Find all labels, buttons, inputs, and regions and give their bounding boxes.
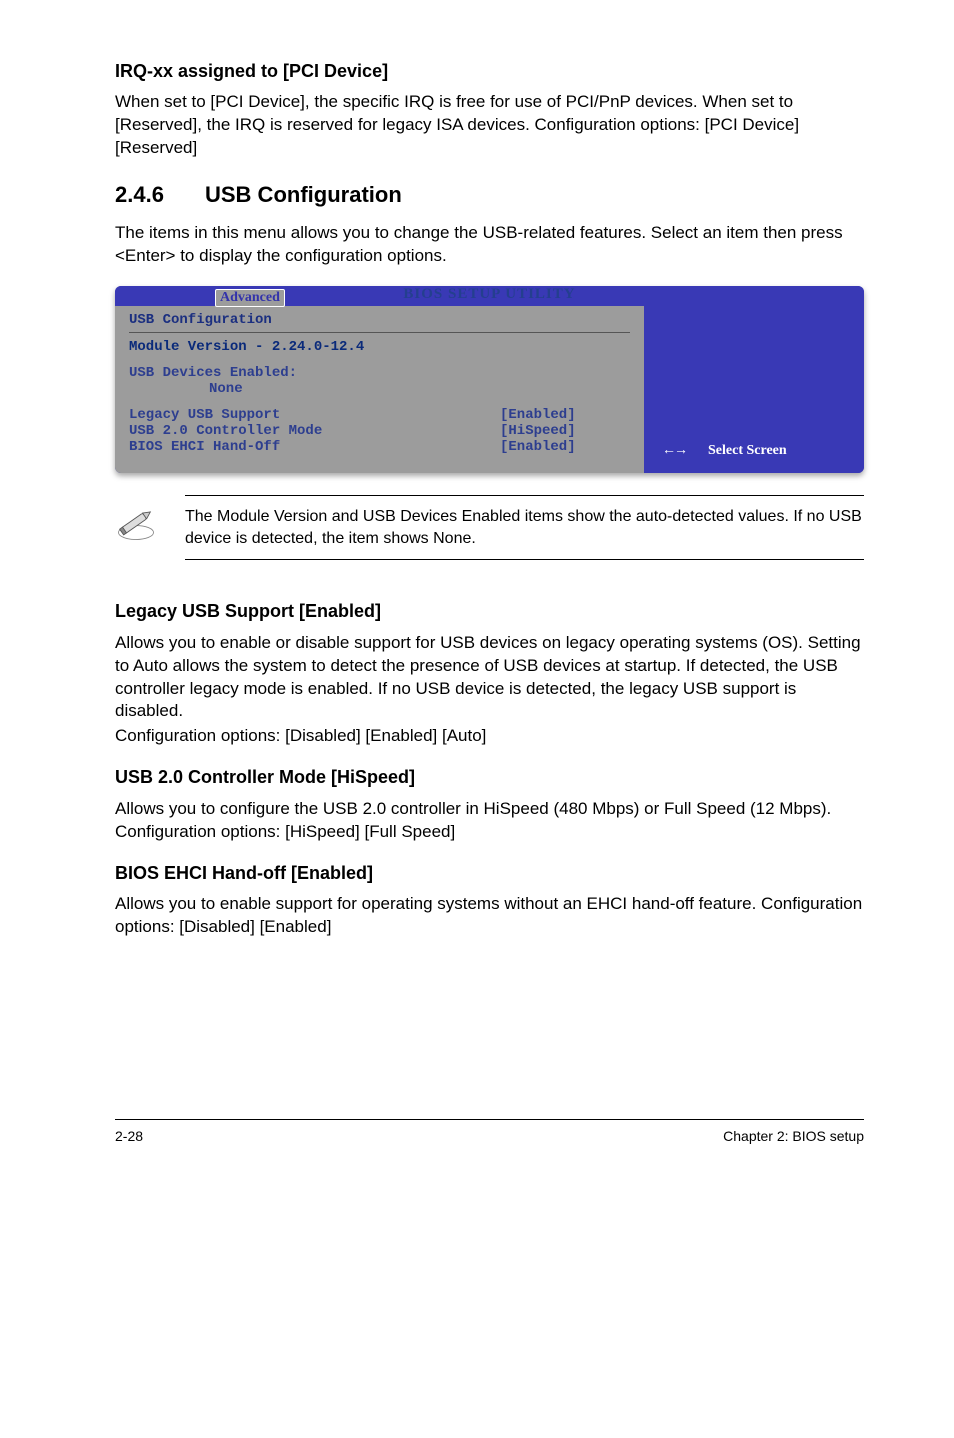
bios-row-key: USB 2.0 Controller Mode <box>129 423 500 439</box>
page-footer: 2-28 Chapter 2: BIOS setup <box>115 1119 864 1144</box>
bios-row-value: [Enabled] <box>500 407 630 423</box>
bios-row-ehci-handoff[interactable]: BIOS EHCI Hand-Off [Enabled] <box>129 439 630 455</box>
bios-devices-heading: USB Devices Enabled: <box>129 365 630 381</box>
body-legacy: Allows you to enable or disable support … <box>115 632 864 724</box>
bios-row-controller-mode[interactable]: USB 2.0 Controller Mode [HiSpeed] <box>129 423 630 439</box>
body-usb-intro: The items in this menu allows you to cha… <box>115 222 864 268</box>
heading-irq: IRQ-xx assigned to [PCI Device] <box>115 60 864 83</box>
heading-title: USB Configuration <box>205 182 402 207</box>
bios-panel: BIOS SETUP UTILITY Advanced USB Configur… <box>115 286 864 473</box>
bios-row-key: BIOS EHCI Hand-Off <box>129 439 500 455</box>
body-irq: When set to [PCI Device], the specific I… <box>115 91 864 160</box>
bios-section-title: USB Configuration <box>129 312 630 333</box>
note-box: The Module Version and USB Devices Enabl… <box>115 495 864 560</box>
heading-number: 2.4.6 <box>115 182 205 208</box>
bios-left-panel: USB Configuration Module Version - 2.24.… <box>115 306 644 473</box>
bios-utility-title: BIOS SETUP UTILITY <box>403 286 575 303</box>
bios-hint-text: Select Screen <box>708 443 787 458</box>
bios-tab-advanced[interactable]: Advanced <box>215 289 285 307</box>
heading-legacy: Legacy USB Support [Enabled] <box>115 600 864 623</box>
body-mode: Allows you to configure the USB 2.0 cont… <box>115 798 864 844</box>
heading-mode: USB 2.0 Controller Mode [HiSpeed] <box>115 766 864 789</box>
bios-module-version: Module Version - 2.24.0-12.4 <box>129 339 630 355</box>
footer-page-number: 2-28 <box>115 1128 143 1144</box>
bios-row-value: [Enabled] <box>500 439 630 455</box>
bios-top-bar: BIOS SETUP UTILITY Advanced <box>115 286 864 306</box>
heading-usb-config: 2.4.6USB Configuration <box>115 182 864 208</box>
heading-ehci: BIOS EHCI Hand-off [Enabled] <box>115 862 864 885</box>
bios-row-value: [HiSpeed] <box>500 423 630 439</box>
bios-hint-select-screen: ←→ Select Screen <box>662 443 787 459</box>
bios-row-legacy-usb[interactable]: Legacy USB Support [Enabled] <box>129 407 630 423</box>
arrows-icon: ←→ <box>662 443 686 458</box>
bios-devices-value: None <box>209 381 630 397</box>
footer-chapter: Chapter 2: BIOS setup <box>723 1128 864 1144</box>
note-pencil-icon <box>115 495 185 548</box>
body-ehci: Allows you to enable support for operati… <box>115 893 864 939</box>
body-legacy-opts: Configuration options: [Disabled] [Enabl… <box>115 725 864 748</box>
bios-right-panel: ←→ Select Screen <box>644 306 864 473</box>
bios-row-key: Legacy USB Support <box>129 407 500 423</box>
note-text: The Module Version and USB Devices Enabl… <box>185 495 864 560</box>
